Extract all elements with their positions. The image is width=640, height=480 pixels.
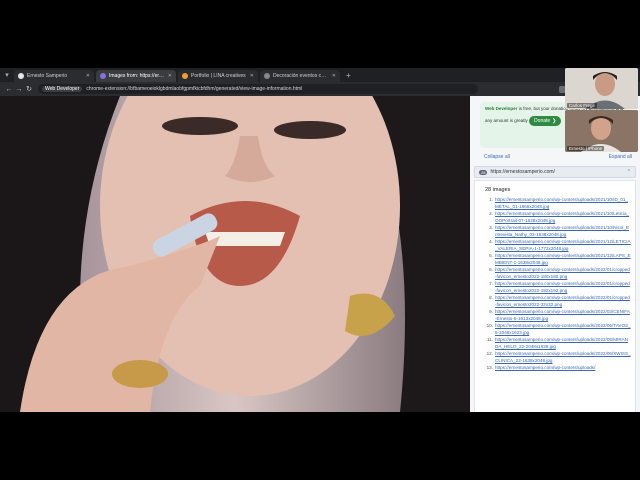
image-index: 7. xyxy=(489,281,493,286)
heart-icon: ❯ xyxy=(552,118,557,124)
image-list-item: 7. https://ernestosamperio.com/wp-content… xyxy=(485,280,631,294)
promo-title: Web Developer xyxy=(485,106,518,111)
tab-search-icon[interactable]: ▾ xyxy=(0,68,14,82)
close-tab-icon[interactable]: ✕ xyxy=(332,73,336,79)
forward-icon[interactable]: → xyxy=(14,86,24,93)
image-index: 11. xyxy=(486,337,493,342)
image-link[interactable]: https://ernestosamperio.com/wp-content/u… xyxy=(495,210,631,224)
image-link[interactable]: https://ernestosamperio.com/wp-content/u… xyxy=(495,252,631,266)
image-list-item: 8. https://ernestosamperio.com/wp-content… xyxy=(485,294,631,308)
site-url: https://ernestosamperio.com/ xyxy=(490,169,555,175)
image-list-item: 11. https://ernestosamperio.com/wp-conten… xyxy=(485,336,631,350)
favicon-icon xyxy=(264,73,270,79)
image-index: 13. xyxy=(486,365,493,370)
portrait-photo xyxy=(0,96,470,412)
image-link[interactable]: https://ernestosamperio.com/wp-content/u… xyxy=(495,196,631,210)
image-link[interactable]: https://ernestosamperio.com/wp-content/u… xyxy=(495,336,631,350)
image-index: 3. xyxy=(489,225,493,230)
participant-video-1: Carlos Fregil xyxy=(565,68,638,109)
tab-decoracion-eventos[interactable]: Decoración eventos corporativ... ✕ xyxy=(260,70,340,82)
image-link[interactable]: https://ernestosamperio.com/wp-content/u… xyxy=(495,322,631,336)
favicon-icon xyxy=(182,73,188,79)
image-link[interactable]: https://ernestosamperio.com/wp-content/u… xyxy=(495,364,595,371)
close-tab-icon[interactable]: ✕ xyxy=(250,73,254,79)
tab-ernesto-samperio[interactable]: Ernesto Samperio ✕ xyxy=(14,70,94,82)
collapse-controls: Collapse all Expand all xyxy=(484,154,632,160)
donate-label: Donate xyxy=(534,118,551,124)
back-icon[interactable]: ← xyxy=(4,86,14,93)
image-list-item: 2. https://ernestosamperio.com/wp-content… xyxy=(485,210,631,224)
image-link[interactable]: https://ernestosamperio.com/wp-content/u… xyxy=(495,280,631,294)
donate-button[interactable]: Donate ❯ xyxy=(529,116,562,126)
image-list-item: 10. https://ernestosamperio.com/wp-conten… xyxy=(485,322,631,336)
image-index: 10. xyxy=(486,323,493,328)
image-index: 4. xyxy=(489,239,493,244)
close-tab-icon[interactable]: ✕ xyxy=(86,73,90,79)
tab-title: Decoración eventos corporativ... xyxy=(273,73,329,79)
tab-title: Portfolio | LINA creatives xyxy=(191,73,246,79)
image-index: 1. xyxy=(489,197,493,202)
participant-name: Carlos Fregil xyxy=(567,103,597,108)
chevron-up-icon[interactable]: ⌃ xyxy=(627,169,631,175)
image-list-item: 1. https://ernestosamperio.com/wp-content… xyxy=(485,196,631,210)
image-index: 8. xyxy=(489,295,493,300)
image-link[interactable]: https://ernestosamperio.com/wp-content/u… xyxy=(495,238,631,252)
image-list-item: 4. https://ernestosamperio.com/wp-content… xyxy=(485,238,631,252)
image-list-container: 28 images 1. https://ernestosamperio.com/… xyxy=(474,180,636,412)
image-link[interactable]: https://ernestosamperio.com/wp-content/u… xyxy=(495,308,631,322)
image-link[interactable]: https://ernestosamperio.com/wp-content/u… xyxy=(495,350,631,364)
image-index: 2. xyxy=(489,211,493,216)
image-list-item: 5. https://ernestosamperio.com/wp-content… xyxy=(485,252,631,266)
close-tab-icon[interactable]: ✕ xyxy=(168,73,172,79)
participant-name: Ernesto | iPhone xyxy=(567,146,605,151)
image-count-badge: 28 xyxy=(479,169,488,175)
image-link[interactable]: https://ernestosamperio.com/wp-content/u… xyxy=(495,266,631,280)
image-list-item: 9. https://ernestosamperio.com/wp-content… xyxy=(485,308,631,322)
browser-toolbar: ← → ↻ Web Developer chrome-extension://b… xyxy=(0,82,640,96)
image-index: 12. xyxy=(486,351,493,356)
image-index: 6. xyxy=(489,267,493,272)
image-index: 5. xyxy=(489,253,493,258)
tab-bar: ▾ Ernesto Samperio ✕ Images from: https:… xyxy=(0,68,640,82)
new-tab-icon[interactable]: + xyxy=(342,71,355,80)
tab-title: Ernesto Samperio xyxy=(27,73,68,79)
tab-title: Images from: https://ernestoo... xyxy=(109,73,165,79)
image-list-item: 13. https://ernestosamperio.com/wp-conten… xyxy=(485,364,631,371)
address-bar[interactable]: Web Developer chrome-extension://bfbameo… xyxy=(38,84,478,94)
image-link[interactable]: https://ernestosamperio.com/wp-content/u… xyxy=(495,224,631,238)
participant-video-2: Ernesto | iPhone xyxy=(565,110,638,152)
image-index: 9. xyxy=(489,309,493,314)
image-list-item: 12. https://ernestosamperio.com/wp-conten… xyxy=(485,350,631,364)
images-count: 28 images xyxy=(485,187,511,193)
expand-all-link[interactable]: Expand all xyxy=(609,154,632,160)
image-list-item: 3. https://ernestosamperio.com/wp-content… xyxy=(485,224,631,238)
tab-images-from[interactable]: Images from: https://ernestoo... ✕ xyxy=(96,70,176,82)
site-section-header[interactable]: 28 https://ernestosamperio.com/ ⌃ xyxy=(474,166,636,178)
extension-chip: Web Developer xyxy=(42,86,83,92)
image-list: 1. https://ernestosamperio.com/wp-content… xyxy=(485,196,631,371)
image-link[interactable]: https://ernestosamperio.com/wp-content/u… xyxy=(495,294,631,308)
collapse-all-link[interactable]: Collapse all xyxy=(484,154,510,160)
video-frame: ▾ Ernesto Samperio ✕ Images from: https:… xyxy=(0,0,640,480)
image-list-item: 6. https://ernestosamperio.com/wp-content… xyxy=(485,266,631,280)
portrait-image xyxy=(0,96,470,412)
favicon-icon xyxy=(18,73,24,79)
address-url: chrome-extension://bfbameoeioklgbdmlaobf… xyxy=(86,86,303,92)
tab-portfolio-lina[interactable]: Portfolio | LINA creatives ✕ xyxy=(178,70,258,82)
letterbox-bottom xyxy=(0,412,640,480)
reload-icon[interactable]: ↻ xyxy=(24,85,34,93)
favicon-icon xyxy=(100,73,106,79)
